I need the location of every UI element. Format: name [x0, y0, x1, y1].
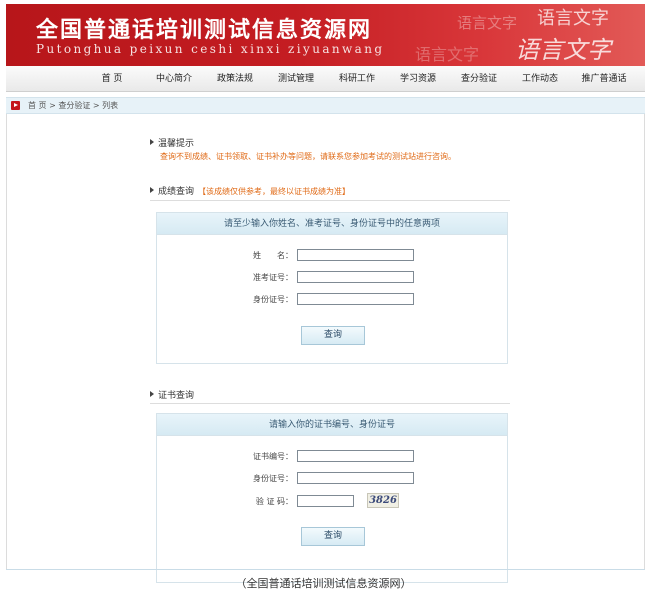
- nav-item-home[interactable]: 首 页: [102, 66, 123, 92]
- breadcrumb-home[interactable]: 首 页: [28, 101, 47, 110]
- divider: [150, 200, 510, 201]
- name-label: 姓 名：: [253, 251, 293, 260]
- score-query-button[interactable]: 查询: [301, 326, 365, 345]
- image-caption: （全国普通话培训测试信息资源网）: [235, 577, 412, 590]
- captcha-image[interactable]: 3826: [367, 493, 399, 508]
- breadcrumb-list: 列表: [102, 101, 119, 110]
- breadcrumb-sep-2: >: [90, 101, 103, 110]
- nav-item-research[interactable]: 科研工作: [339, 66, 375, 92]
- cert-query-heading: 证书查询: [150, 388, 194, 401]
- form-row-exam-number: 准考证号：: [157, 271, 509, 284]
- exam-number-input[interactable]: [297, 271, 414, 283]
- site-banner: 全国普通话培训测试信息资源网 Putonghua peixun ceshi xi…: [6, 4, 645, 66]
- decor-text-3: 语言文字: [415, 45, 479, 64]
- decor-text-4: 语言文字: [515, 36, 614, 64]
- score-query-note: 【该成绩仅供参考，最终以证书成绩为准】: [198, 187, 351, 196]
- cert-number-input[interactable]: [297, 450, 414, 462]
- nav-item-about[interactable]: 中心简介: [156, 66, 192, 92]
- nav-item-policy[interactable]: 政策法规: [217, 66, 253, 92]
- cert-query-panel-title: 请输入你的证书编号、身份证号: [157, 414, 507, 436]
- cert-id-number-label: 身份证号：: [253, 474, 293, 483]
- calligraphy-decoration: 语言文字 语言文字 语言文字 语言文字: [415, 8, 614, 64]
- nav-item-test-management[interactable]: 测试管理: [278, 66, 314, 92]
- frame-bottom-border: [6, 569, 645, 570]
- nav-item-score-verify[interactable]: 查分验证: [461, 66, 497, 92]
- breadcrumb-score-verify[interactable]: 查分验证: [58, 101, 90, 110]
- cert-query-button[interactable]: 查询: [301, 527, 365, 546]
- id-number-input[interactable]: [297, 293, 414, 305]
- score-query-panel-title: 请至少输入你姓名、准考证号、身份证号中的任意两项: [157, 213, 507, 235]
- arrow-right-icon: [150, 187, 154, 193]
- cert-query-panel: 请输入你的证书编号、身份证号 证书编号： 身份证号： 验 证 码： 3826 查…: [156, 413, 508, 583]
- tips-heading: 温馨提示: [150, 136, 194, 149]
- tips-text: 查询不到成绩、证书领取、证书补办等问题，请联系您参加考试的测试站进行咨询。: [160, 152, 456, 161]
- decor-text-1: 语言文字: [457, 14, 517, 32]
- main-nav: 首 页 中心简介 政策法规 测试管理 科研工作 学习资源 查分验证 工作动态 推…: [6, 66, 645, 92]
- decor-text-2: 语言文字: [537, 8, 609, 29]
- arrow-right-icon: [150, 391, 154, 397]
- arrow-right-icon: [150, 139, 154, 145]
- score-query-heading: 成绩查询 【该成绩仅供参考，最终以证书成绩为准】: [150, 184, 350, 197]
- cert-id-number-input[interactable]: [297, 472, 414, 484]
- form-row-cert-number: 证书编号：: [157, 450, 509, 463]
- id-number-label: 身份证号：: [253, 295, 293, 304]
- breadcrumb-sep-1: >: [46, 101, 59, 110]
- nav-item-news[interactable]: 工作动态: [522, 66, 558, 92]
- form-row-name: 姓 名：: [157, 249, 509, 262]
- captcha-input[interactable]: [297, 495, 354, 507]
- score-query-panel: 请至少输入你姓名、准考证号、身份证号中的任意两项 姓 名： 准考证号： 身份证号…: [156, 212, 508, 364]
- site-title: 全国普通话培训测试信息资源网: [36, 18, 373, 43]
- cert-number-label: 证书编号：: [253, 452, 293, 461]
- content-frame: 温馨提示 查询不到成绩、证书领取、证书补办等问题，请联系您参加考试的测试站进行咨…: [6, 114, 645, 583]
- divider: [150, 403, 510, 404]
- form-row-captcha: 验 证 码： 3826: [157, 493, 509, 508]
- form-row-cert-id-number: 身份证号：: [157, 472, 509, 485]
- breadcrumb: 首 页 > 查分验证 > 列表: [6, 97, 645, 114]
- play-icon: [11, 101, 20, 110]
- captcha-label: 验 证 码：: [255, 497, 293, 506]
- name-input[interactable]: [297, 249, 414, 261]
- exam-number-label: 准考证号：: [253, 273, 293, 282]
- form-row-id-number: 身份证号：: [157, 293, 509, 306]
- nav-item-promote[interactable]: 推广普通话: [581, 66, 626, 92]
- site-subtitle: Putonghua peixun ceshi xinxi ziyuanwang: [36, 42, 385, 56]
- nav-item-learning[interactable]: 学习资源: [400, 66, 436, 92]
